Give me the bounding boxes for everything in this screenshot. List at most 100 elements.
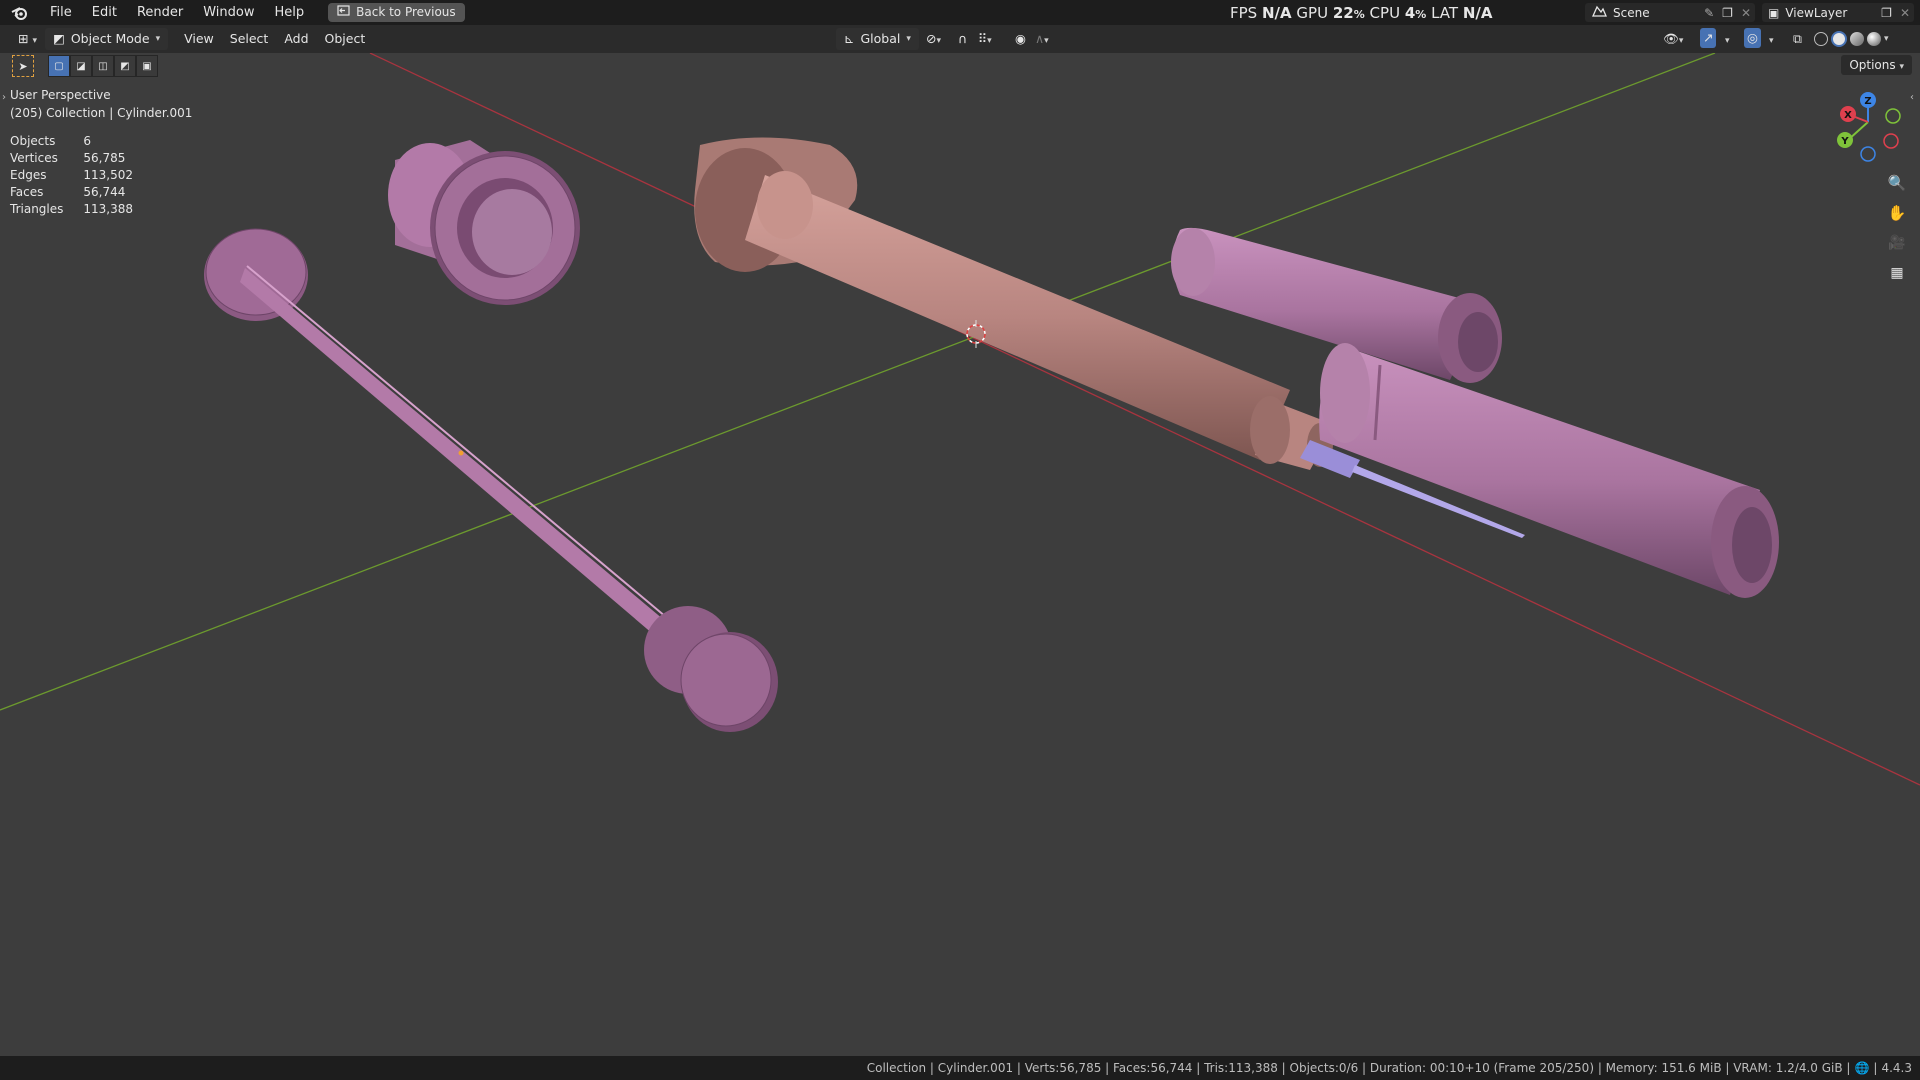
select-tool-button[interactable]: ➤: [12, 55, 34, 77]
chevron-down-icon: ▾: [906, 34, 911, 44]
solid-shading-icon[interactable]: [1831, 31, 1847, 47]
select-subtract-mode[interactable]: ◫: [92, 55, 114, 77]
stat-row: Triangles 113,388: [10, 200, 133, 217]
menu-edit[interactable]: Edit: [82, 0, 127, 25]
status-bar: Collection | Cylinder.001 | Verts:56,785…: [0, 1056, 1920, 1080]
plunger-rod[interactable]: [204, 228, 778, 732]
stat-value: 56,744: [83, 184, 126, 199]
gizmo-neg-z-handle[interactable]: [1860, 146, 1876, 162]
snap-target-button[interactable]: ⠿▾: [975, 28, 995, 50]
gpu-label: GPU: [1296, 4, 1329, 22]
gizmo-neg-x-handle[interactable]: [1883, 133, 1899, 149]
grid-icon: ▦: [1890, 265, 1904, 281]
chevron-down-icon: ▾: [155, 34, 161, 44]
cpu-value: 4: [1404, 4, 1416, 22]
back-icon: [337, 3, 350, 22]
select-new-mode[interactable]: ▢: [48, 55, 70, 77]
x-axis-line: [369, 53, 1920, 786]
snap-toggle[interactable]: ∩: [955, 28, 970, 50]
blender-logo-icon[interactable]: [0, 5, 40, 21]
viewlayer-selector[interactable]: ▣ ViewLayer ❐ ✕: [1762, 3, 1914, 22]
select-extend-icon: ◪: [76, 60, 86, 72]
stat-value: 113,502: [83, 167, 134, 182]
toolbar-toggle-arrow[interactable]: ›: [2, 92, 6, 103]
orientation-label: Global: [860, 31, 901, 46]
sidebar-toggle-arrow[interactable]: ‹: [1910, 92, 1914, 103]
menu-file[interactable]: File: [40, 0, 82, 25]
xray-toggle[interactable]: ⧉: [1790, 28, 1805, 50]
zoom-tool-button[interactable]: 🔍: [1884, 170, 1910, 196]
delete-viewlayer-icon[interactable]: ✕: [1896, 6, 1914, 20]
menu-help[interactable]: Help: [265, 0, 315, 25]
stat-value: 56,785: [83, 150, 126, 165]
syringe-flange-ring[interactable]: [388, 140, 580, 305]
menu-add[interactable]: Add: [276, 28, 316, 50]
eye-icon: 👁: [1663, 31, 1679, 46]
pivot-point-button[interactable]: ⊘▾: [918, 28, 949, 50]
material-shading-icon[interactable]: [1850, 32, 1864, 46]
stat-label: Edges: [10, 167, 47, 182]
viewlayer-name: ViewLayer: [1785, 5, 1848, 20]
pin-icon[interactable]: ✎: [1700, 6, 1718, 20]
falloff-curve-icon: ∧: [1035, 31, 1045, 46]
viewport-editor-icon: ⊞: [18, 31, 29, 46]
stat-value: 113,388: [83, 201, 134, 216]
scene-selector[interactable]: Scene ✎ ❐ ✕: [1585, 3, 1755, 22]
new-scene-icon[interactable]: ❐: [1718, 6, 1737, 20]
rendered-shading-icon[interactable]: [1867, 32, 1881, 46]
chevron-down-icon: ▾: [1899, 62, 1904, 72]
overlay-toggle[interactable]: ◎: [1744, 28, 1761, 48]
gizmo-dropdown[interactable]: ▾: [1722, 28, 1733, 50]
visibility-button[interactable]: 👁▾: [1660, 28, 1686, 50]
camera-view-button[interactable]: 🎥: [1884, 230, 1910, 256]
menu-object[interactable]: Object: [317, 28, 374, 50]
menu-select[interactable]: Select: [222, 28, 277, 50]
orientation-icon: ⊾: [844, 31, 855, 46]
gizmo-neg-y-handle[interactable]: [1885, 108, 1901, 124]
xray-icon: ⧉: [1793, 31, 1802, 46]
stat-row: Edges 113,502: [10, 166, 133, 183]
menu-window[interactable]: Window: [193, 0, 264, 25]
camera-icon: 🎥: [1888, 235, 1906, 251]
gizmo-y-label: Y: [1840, 136, 1849, 147]
stat-label: Triangles: [10, 201, 64, 216]
lat-value: N/A: [1462, 4, 1493, 22]
magnet-icon: ∩: [958, 31, 968, 46]
menu-render[interactable]: Render: [127, 0, 193, 25]
shading-dropdown-icon[interactable]: ▾: [1884, 34, 1889, 44]
select-intersect-mode[interactable]: ▣: [136, 55, 158, 77]
y-axis-line: [0, 53, 1716, 711]
version-label: 4.4.3: [1881, 1061, 1912, 1075]
stat-row: Objects 6: [10, 132, 133, 149]
stat-label: Objects: [10, 133, 56, 148]
cpu-percent: %: [1415, 8, 1427, 21]
falloff-button[interactable]: ∧▾: [1032, 28, 1052, 50]
back-to-previous-button[interactable]: Back to Previous: [328, 3, 465, 22]
gizmo-toggle[interactable]: ↗: [1700, 28, 1717, 48]
delete-scene-icon[interactable]: ✕: [1737, 6, 1755, 20]
options-dropdown[interactable]: Options ▾: [1841, 55, 1912, 75]
proportional-edit-toggle[interactable]: ◉: [1012, 28, 1029, 50]
select-extend-mode[interactable]: ◪: [70, 55, 92, 77]
stat-row: Vertices 56,785: [10, 149, 133, 166]
select-invert-mode[interactable]: ◩: [114, 55, 136, 77]
needle-cap-lower[interactable]: [1319, 343, 1779, 598]
ortho-toggle-button[interactable]: ▦: [1884, 260, 1910, 286]
transform-orientation-dropdown[interactable]: ⊾ Global ▾: [836, 28, 919, 50]
navigation-gizmo[interactable]: Z X Y: [1837, 92, 1901, 162]
editor-type-button[interactable]: ⊞ ▾: [10, 28, 45, 50]
pan-tool-button[interactable]: ✋: [1884, 200, 1910, 226]
select-subtract-icon: ◫: [98, 60, 108, 72]
3d-viewport[interactable]: Z X Y: [0, 53, 1920, 1056]
viewport-scene: Z X Y: [0, 53, 1920, 786]
viewlayer-icon: ▣: [1768, 5, 1780, 20]
overlay-dropdown[interactable]: ▾: [1766, 28, 1777, 50]
menu-view[interactable]: View: [176, 28, 222, 50]
mode-dropdown[interactable]: ◩ Object Mode ▾: [45, 28, 169, 50]
select-new-icon: ▢: [54, 60, 64, 72]
scene-name: Scene: [1613, 5, 1650, 20]
stat-row: Faces 56,744: [10, 183, 133, 200]
wireframe-shading-icon[interactable]: [1814, 32, 1828, 46]
chevron-down-icon: ▾: [1769, 36, 1774, 46]
new-viewlayer-icon[interactable]: ❐: [1877, 6, 1896, 20]
